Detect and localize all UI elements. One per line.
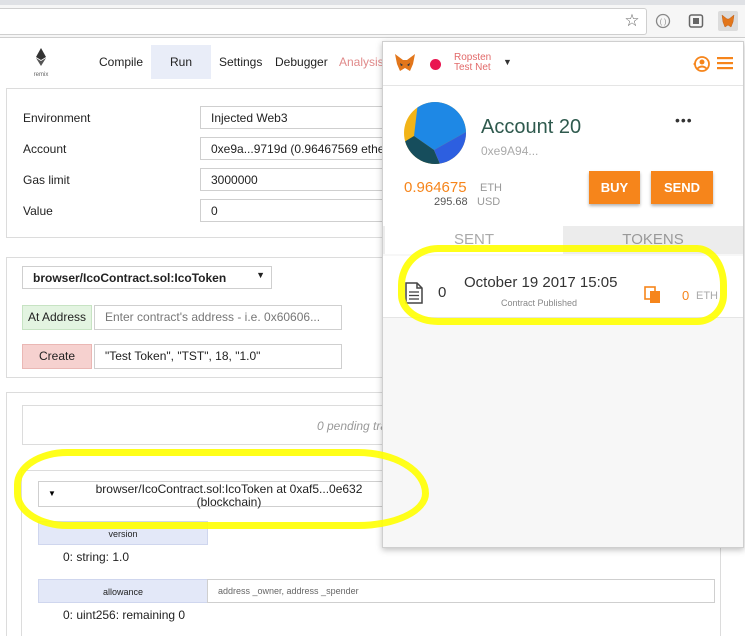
buy-button[interactable]: BUY <box>589 171 640 204</box>
svg-text:( ): ( ) <box>660 19 667 26</box>
address-bar[interactable] <box>0 8 647 35</box>
transaction-status: Contract Published <box>501 298 578 308</box>
document-icon <box>405 282 423 309</box>
remix-logo-icon: remix <box>28 47 54 78</box>
account-select[interactable]: 0xe9a...9719d (0.96467569 ether) <box>200 137 400 160</box>
usd-balance: 295.68 <box>434 196 468 208</box>
create-args-input[interactable]: "Test Token", "TST", 18, "1.0" <box>94 344 342 369</box>
chevron-down-icon: ▼ <box>256 270 265 280</box>
metamask-account-panel: Account 20 0xe9A94... ••• 0.964675 ETH 2… <box>383 86 743 226</box>
gas-limit-label: Gas limit <box>23 173 70 187</box>
value-label: Value <box>23 204 53 218</box>
transaction-row[interactable]: 0 October 19 2017 15:05 Contract Publish… <box>383 256 743 318</box>
caret-down-icon[interactable]: ▼ <box>48 489 56 498</box>
deploy-section: browser/IcoContract.sol:IcoToken ▼ At Ad… <box>6 257 396 378</box>
allowance-button[interactable]: allowance <box>38 579 208 603</box>
hamburger-menu-icon[interactable] <box>717 55 733 76</box>
environment-label: Environment <box>23 111 91 125</box>
contract-select-value: browser/IcoContract.sol:IcoToken <box>33 271 227 285</box>
account-label: Account <box>23 142 67 156</box>
tab-compile[interactable]: Compile <box>91 45 151 79</box>
metamask-header: Ropsten Test Net ▼ <box>383 42 743 86</box>
transaction-nonce: 0 <box>438 284 447 301</box>
tab-debugger[interactable]: Debugger <box>267 45 336 79</box>
contract-select[interactable]: browser/IcoContract.sol:IcoToken ▼ <box>22 266 272 289</box>
at-address-input[interactable]: Enter contract's address - i.e. 0x60606.… <box>94 305 342 330</box>
instance-header[interactable]: ▼ browser/IcoContract.sol:IcoToken at 0x… <box>38 481 398 509</box>
at-address-button[interactable]: At Address <box>22 305 92 330</box>
run-settings-section: Environment Injected Web3 Account 0xe9a.… <box>6 88 400 238</box>
eth-unit: ETH <box>480 182 502 194</box>
create-button[interactable]: Create <box>22 344 92 369</box>
allowance-result: 0: uint256: remaining 0 <box>63 608 186 622</box>
account-options-icon[interactable]: ••• <box>675 112 693 128</box>
usd-unit: USD <box>477 196 501 208</box>
version-button[interactable]: version <box>38 521 208 545</box>
extension-square-icon[interactable] <box>687 12 705 30</box>
metamask-extension-icon[interactable] <box>718 11 738 31</box>
network-selector[interactable]: Ropsten Test Net <box>454 53 491 73</box>
tab-run[interactable]: Run <box>151 45 211 79</box>
instance-title: browser/IcoContract.sol:IcoToken at 0xaf… <box>69 483 389 509</box>
remix-logo-label: remix <box>33 72 49 78</box>
metamask-tabs: SENT TOKENS <box>383 226 743 254</box>
remix-header: remix Compile Run Settings Debugger Anal… <box>0 39 390 79</box>
tab-tokens[interactable]: TOKENS <box>563 226 743 254</box>
instance-title-line2: (blockchain) <box>196 495 262 509</box>
extension-circle-icon[interactable]: ( ) <box>654 12 672 30</box>
network-status-dot <box>430 59 441 70</box>
metamask-popup: Ropsten Test Net ▼ Account 20 0xe9A94... <box>382 41 744 548</box>
metamask-fox-icon <box>394 53 416 78</box>
eth-balance: 0.964675 <box>404 179 467 196</box>
account-identicon <box>404 102 466 169</box>
value-input[interactable]: 0 <box>200 199 400 222</box>
account-switch-icon[interactable] <box>692 54 712 79</box>
gas-limit-input[interactable]: 3000000 <box>200 168 400 191</box>
account-name: Account 20 <box>481 116 582 138</box>
tab-settings[interactable]: Settings <box>211 45 270 79</box>
environment-select[interactable]: Injected Web3 <box>200 106 400 129</box>
allowance-args-input[interactable]: address _owner, address _spender <box>207 579 715 603</box>
transaction-unit: ETH <box>696 290 718 302</box>
copy-icon[interactable] <box>644 286 662 309</box>
tab-sent[interactable]: SENT <box>385 226 563 254</box>
version-result: 0: string: 1.0 <box>63 550 130 564</box>
account-address: 0xe9A94... <box>481 144 539 158</box>
browser-toolbar: ☆ ( ) <box>0 5 745 38</box>
bookmark-star-icon[interactable]: ☆ <box>623 11 641 30</box>
transaction-date: October 19 2017 15:05 <box>464 274 618 291</box>
network-name-line2: Test Net <box>454 62 491 73</box>
network-chevron-down-icon[interactable]: ▼ <box>503 57 512 67</box>
send-button[interactable]: SEND <box>651 171 713 204</box>
transaction-amount: 0 <box>682 288 690 303</box>
